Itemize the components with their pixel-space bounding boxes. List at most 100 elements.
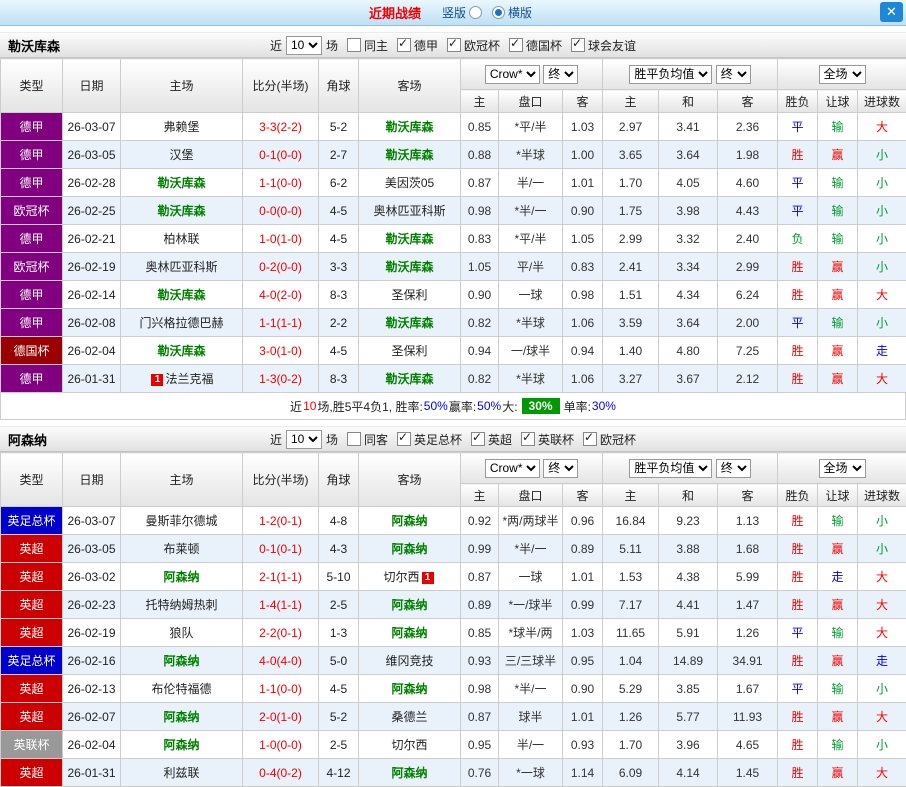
away-team-cell[interactable]: 阿森纳	[359, 507, 461, 535]
team-name[interactable]: 阿森纳	[391, 514, 427, 528]
away-team-cell[interactable]: 美因茨05	[359, 169, 461, 197]
team-name[interactable]: 阿森纳	[391, 542, 427, 556]
layout-horizontal-radio[interactable]: 横版	[492, 4, 532, 21]
home-team-cell[interactable]: 阿森纳	[121, 703, 243, 731]
league-checkbox-ucl[interactable]: 欧冠杯	[447, 37, 500, 54]
home-team-cell[interactable]: 勒沃库森	[121, 169, 243, 197]
home-team-cell[interactable]: 狼队	[121, 619, 243, 647]
team-name[interactable]: 曼斯菲尔德城	[145, 514, 217, 528]
away-team-cell[interactable]: 奥林匹亚科斯	[359, 197, 461, 225]
team-name[interactable]: 托特纳姆热刺	[145, 598, 217, 612]
league-checkbox-bundesliga[interactable]: 德甲	[397, 37, 438, 54]
home-team-cell[interactable]: 利兹联	[121, 759, 243, 787]
home-team-cell[interactable]: 柏林联	[121, 225, 243, 253]
team-name[interactable]: 布莱顿	[163, 542, 199, 556]
away-team-cell[interactable]: 圣保利	[359, 281, 461, 309]
away-team-cell[interactable]: 圣保利	[359, 337, 461, 365]
home-team-cell[interactable]: 勒沃库森	[121, 337, 243, 365]
team-name[interactable]: 汉堡	[169, 148, 193, 162]
team-name[interactable]: 阿森纳	[163, 570, 199, 584]
home-team-cell[interactable]: 勒沃库森	[121, 281, 243, 309]
europe-final-select[interactable]: 终	[716, 459, 751, 478]
team-name[interactable]: 勒沃库森	[385, 316, 433, 330]
away-team-cell[interactable]: 勒沃库森	[359, 309, 461, 337]
away-team-cell[interactable]: 阿森纳	[359, 535, 461, 563]
match-count-select[interactable]: 10	[286, 36, 322, 55]
europe-avg-select[interactable]: 胜平负均值	[629, 65, 712, 84]
team-name[interactable]: 圣保利	[391, 288, 427, 302]
home-team-cell[interactable]: 门兴格拉德巴赫	[121, 309, 243, 337]
europe-final-select[interactable]: 终	[716, 65, 751, 84]
team-name[interactable]: 勒沃库森	[385, 148, 433, 162]
league-checkbox-ucl[interactable]: 欧冠杯	[583, 431, 636, 448]
same-away-checkbox[interactable]: 同客	[347, 431, 388, 448]
team-name[interactable]: 柏林联	[163, 232, 199, 246]
team-name[interactable]: 阿森纳	[163, 654, 199, 668]
odds-final-select[interactable]: 终	[543, 65, 578, 84]
away-team-cell[interactable]: 勒沃库森	[359, 141, 461, 169]
team-name[interactable]: 勒沃库森	[385, 120, 433, 134]
team-name[interactable]: 勒沃库森	[157, 288, 205, 302]
team-name[interactable]: 维冈竞技	[385, 654, 433, 668]
team-name[interactable]: 狼队	[169, 626, 193, 640]
team-name[interactable]: 法兰克福	[165, 372, 213, 386]
layout-vertical-radio[interactable]: 竖版	[442, 4, 482, 21]
away-team-cell[interactable]: 阿森纳	[359, 759, 461, 787]
team-name[interactable]: 布伦特福德	[151, 682, 211, 696]
team-name[interactable]: 弗赖堡	[163, 120, 199, 134]
home-team-cell[interactable]: 弗赖堡	[121, 113, 243, 141]
league-checkbox-friendly[interactable]: 球会友谊	[571, 37, 636, 54]
team-name[interactable]: 奥林匹亚科斯	[373, 204, 445, 218]
away-team-cell[interactable]: 桑德兰	[359, 703, 461, 731]
team-name[interactable]: 勒沃库森	[385, 232, 433, 246]
away-team-cell[interactable]: 勒沃库森	[359, 365, 461, 393]
away-team-cell[interactable]: 勒沃库森	[359, 113, 461, 141]
europe-avg-select[interactable]: 胜平负均值	[629, 459, 712, 478]
home-team-cell[interactable]: 托特纳姆热刺	[121, 591, 243, 619]
team-name[interactable]: 门兴格拉德巴赫	[139, 316, 223, 330]
team-name[interactable]: 阿森纳	[391, 682, 427, 696]
team-name[interactable]: 勒沃库森	[157, 344, 205, 358]
league-checkbox-efl-cup[interactable]: 英联杯	[521, 431, 574, 448]
league-checkbox-premier-league[interactable]: 英超	[471, 431, 512, 448]
team-name[interactable]: 切尔西	[391, 738, 427, 752]
team-name[interactable]: 勒沃库森	[385, 260, 433, 274]
home-team-cell[interactable]: 1法兰克福	[121, 365, 243, 393]
odds-final-select[interactable]: 终	[543, 459, 578, 478]
team-name[interactable]: 圣保利	[391, 344, 427, 358]
away-team-cell[interactable]: 切尔西	[359, 731, 461, 759]
team-name[interactable]: 阿森纳	[391, 598, 427, 612]
home-team-cell[interactable]: 阿森纳	[121, 647, 243, 675]
fullmatch-select[interactable]: 全场	[819, 65, 866, 84]
away-team-cell[interactable]: 阿森纳	[359, 619, 461, 647]
team-name[interactable]: 美因茨05	[385, 176, 434, 190]
away-team-cell[interactable]: 勒沃库森	[359, 253, 461, 281]
home-team-cell[interactable]: 勒沃库森	[121, 197, 243, 225]
team-name[interactable]: 阿森纳	[391, 626, 427, 640]
home-team-cell[interactable]: 布莱顿	[121, 535, 243, 563]
team-name[interactable]: 桑德兰	[391, 710, 427, 724]
home-team-cell[interactable]: 阿森纳	[121, 563, 243, 591]
home-team-cell[interactable]: 阿森纳	[121, 731, 243, 759]
close-button[interactable]: ✕	[880, 2, 903, 22]
team-name[interactable]: 奥林匹亚科斯	[145, 260, 217, 274]
team-name[interactable]: 阿森纳	[163, 738, 199, 752]
away-team-cell[interactable]: 勒沃库森	[359, 225, 461, 253]
away-team-cell[interactable]: 切尔西1	[359, 563, 461, 591]
team-name[interactable]: 勒沃库森	[157, 204, 205, 218]
team-name[interactable]: 勒沃库森	[157, 176, 205, 190]
same-home-checkbox[interactable]: 同主	[347, 37, 388, 54]
odds-company-select[interactable]: Crow*	[485, 459, 540, 478]
away-team-cell[interactable]: 阿森纳	[359, 591, 461, 619]
home-team-cell[interactable]: 奥林匹亚科斯	[121, 253, 243, 281]
away-team-cell[interactable]: 阿森纳	[359, 675, 461, 703]
team-name[interactable]: 切尔西	[383, 570, 419, 584]
odds-company-select[interactable]: Crow*	[485, 65, 540, 84]
home-team-cell[interactable]: 汉堡	[121, 141, 243, 169]
home-team-cell[interactable]: 曼斯菲尔德城	[121, 507, 243, 535]
team-name[interactable]: 阿森纳	[163, 710, 199, 724]
league-checkbox-fa-cup[interactable]: 英足总杯	[397, 431, 462, 448]
team-name[interactable]: 勒沃库森	[385, 372, 433, 386]
home-team-cell[interactable]: 布伦特福德	[121, 675, 243, 703]
away-team-cell[interactable]: 维冈竞技	[359, 647, 461, 675]
